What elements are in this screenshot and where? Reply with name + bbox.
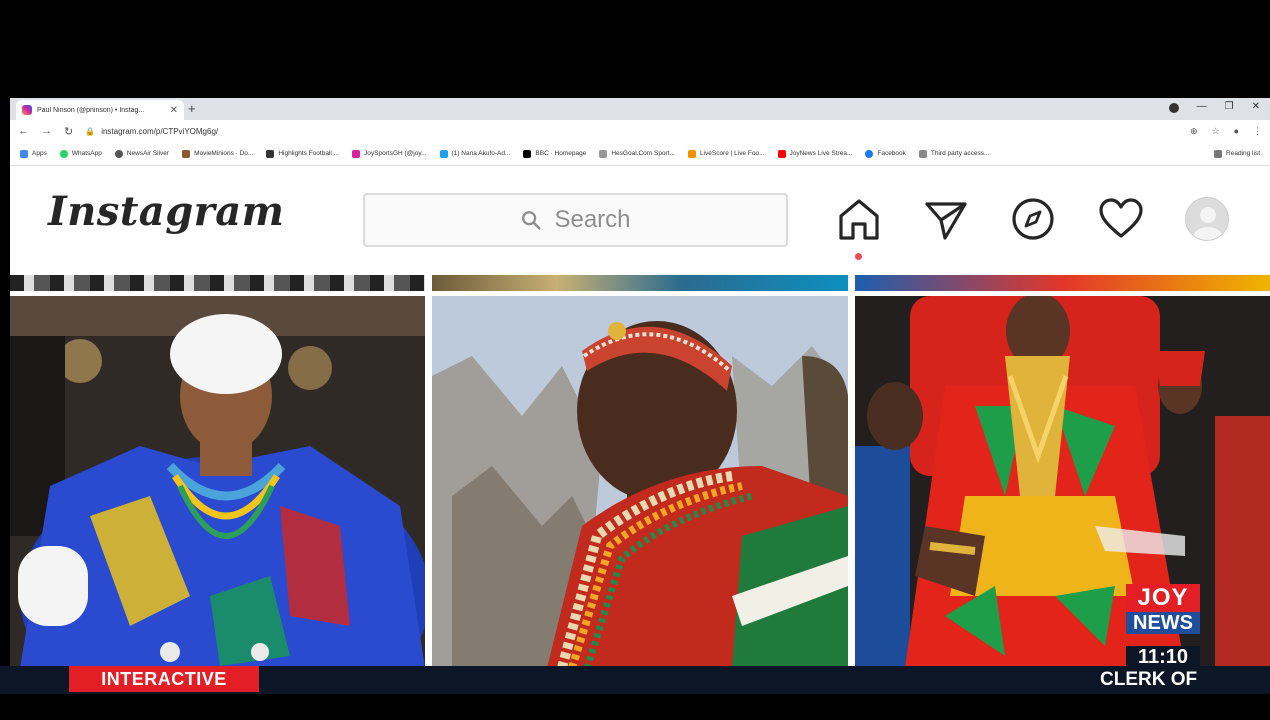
home-icon[interactable] bbox=[836, 196, 882, 242]
bookmark-item[interactable]: Third party access... bbox=[918, 149, 989, 158]
globe-icon bbox=[114, 149, 123, 158]
document-icon bbox=[918, 149, 927, 158]
football-icon bbox=[266, 149, 275, 158]
browser-tab[interactable]: Paul Ninson (@pninson) • Instag... ✕ bbox=[16, 100, 184, 120]
facebook-icon bbox=[865, 149, 874, 158]
tab-bar: Paul Ninson (@pninson) • Instag... ✕ + —… bbox=[10, 98, 1270, 120]
profile-icon[interactable]: ● bbox=[1234, 126, 1239, 137]
channel-joy-text: JOY bbox=[1126, 584, 1200, 612]
post-image bbox=[855, 296, 1270, 668]
movie-icon bbox=[182, 149, 191, 158]
joy-news-logo: JOY NEWS bbox=[1126, 584, 1200, 634]
livescore-icon bbox=[687, 149, 696, 158]
previous-row-strip bbox=[10, 275, 425, 291]
instagram-icon bbox=[352, 149, 361, 158]
youtube-icon bbox=[777, 149, 786, 158]
activity-heart-icon[interactable] bbox=[1098, 196, 1144, 242]
whatsapp-icon bbox=[59, 149, 68, 158]
broadcast-clock: 11:10 bbox=[1126, 646, 1200, 668]
instagram-header: Instagram Search bbox=[10, 166, 1270, 274]
bookmark-item[interactable]: NewsAir Silver bbox=[114, 149, 169, 158]
address-bar-row: ← → ↻ 🔒 instagram.com/p/CTPviYOMg6g/ ⊕ ☆… bbox=[10, 120, 1270, 142]
lock-icon: 🔒 bbox=[85, 126, 96, 136]
bookmark-item[interactable]: (1) Nana Akufo-Ad... bbox=[439, 149, 510, 158]
bookmark-item[interactable]: Apps bbox=[20, 149, 47, 158]
url-text: instagram.com/p/CTPviYOMg6g/ bbox=[101, 126, 219, 136]
new-tab-button[interactable]: + bbox=[188, 101, 196, 116]
search-placeholder: Search bbox=[554, 206, 631, 233]
bookmark-item[interactable]: HesGoal.Com Sport... bbox=[599, 149, 675, 158]
twitter-icon bbox=[439, 149, 448, 158]
instagram-logo[interactable]: Instagram bbox=[48, 188, 285, 235]
account-icon[interactable] bbox=[1168, 103, 1179, 113]
bookmark-item[interactable]: WhatsApp bbox=[59, 149, 102, 158]
zoom-icon[interactable]: ⊕ bbox=[1190, 126, 1198, 137]
forward-icon[interactable]: → bbox=[41, 125, 52, 137]
instagram-favicon-icon bbox=[22, 105, 32, 115]
search-icon bbox=[522, 211, 542, 230]
address-bar-actions: ⊕ ☆ ● ⋮ bbox=[1190, 126, 1262, 137]
bookmark-item[interactable]: Highlights Football ... bbox=[266, 149, 339, 158]
notification-dot bbox=[855, 253, 862, 260]
tab-title: Paul Ninson (@pninson) • Instag... bbox=[37, 106, 145, 114]
bbc-icon bbox=[523, 149, 532, 158]
profile-avatar[interactable] bbox=[1185, 197, 1229, 241]
hesgoal-icon bbox=[599, 149, 608, 158]
bookmark-item[interactable]: JoySportsGH (@joy... bbox=[352, 149, 427, 158]
tv-frame: Paul Ninson (@pninson) • Instag... ✕ + —… bbox=[0, 0, 1270, 720]
post-thumbnail[interactable] bbox=[432, 296, 848, 668]
ticker-text: CLERK OF bbox=[1100, 669, 1198, 690]
reading-list[interactable]: Reading list bbox=[1214, 149, 1260, 158]
maximize-button[interactable]: ❐ bbox=[1225, 101, 1234, 113]
previous-row-strip bbox=[855, 275, 1270, 291]
back-icon[interactable]: ← bbox=[18, 125, 29, 137]
reload-icon[interactable]: ↻ bbox=[64, 125, 73, 138]
url-field[interactable]: 🔒 instagram.com/p/CTPviYOMg6g/ bbox=[85, 127, 218, 136]
post-thumbnail[interactable] bbox=[855, 296, 1270, 668]
avatar-silhouette-icon bbox=[1193, 207, 1223, 240]
bookmark-item[interactable]: JoyNews Live Strea... bbox=[777, 149, 852, 158]
segment-label: INTERACTIVE bbox=[69, 666, 259, 692]
bookmark-item[interactable]: LiveScore | Live Foo... bbox=[687, 149, 765, 158]
minimize-button[interactable]: — bbox=[1197, 101, 1207, 113]
window-controls: — ❐ ✕ bbox=[1168, 101, 1260, 113]
apps-grid-icon bbox=[20, 149, 28, 158]
menu-icon[interactable]: ⋮ bbox=[1253, 126, 1262, 137]
post-thumbnail[interactable] bbox=[10, 296, 425, 668]
browser-window: Paul Ninson (@pninson) • Instag... ✕ + —… bbox=[10, 98, 1270, 668]
direct-message-icon[interactable] bbox=[923, 196, 969, 242]
post-image bbox=[432, 296, 848, 668]
explore-icon[interactable] bbox=[1010, 196, 1056, 242]
close-tab-icon[interactable]: ✕ bbox=[170, 105, 178, 116]
search-input[interactable]: Search bbox=[363, 193, 788, 247]
bookmarks-bar: Apps WhatsApp NewsAir Silver MovieMinion… bbox=[10, 142, 1270, 166]
post-image bbox=[10, 296, 425, 668]
reading-list-icon bbox=[1214, 149, 1223, 158]
bookmark-star-icon[interactable]: ☆ bbox=[1211, 126, 1219, 137]
bookmark-item[interactable]: BBC · Homepage bbox=[523, 149, 586, 158]
bookmark-item[interactable]: Facebook bbox=[865, 149, 906, 158]
bookmark-item[interactable]: MovieMinions · Do... bbox=[182, 149, 253, 158]
channel-news-text: NEWS bbox=[1126, 612, 1200, 634]
close-window-button[interactable]: ✕ bbox=[1252, 101, 1260, 113]
post-grid bbox=[10, 274, 1270, 668]
previous-row-strip bbox=[432, 275, 848, 291]
